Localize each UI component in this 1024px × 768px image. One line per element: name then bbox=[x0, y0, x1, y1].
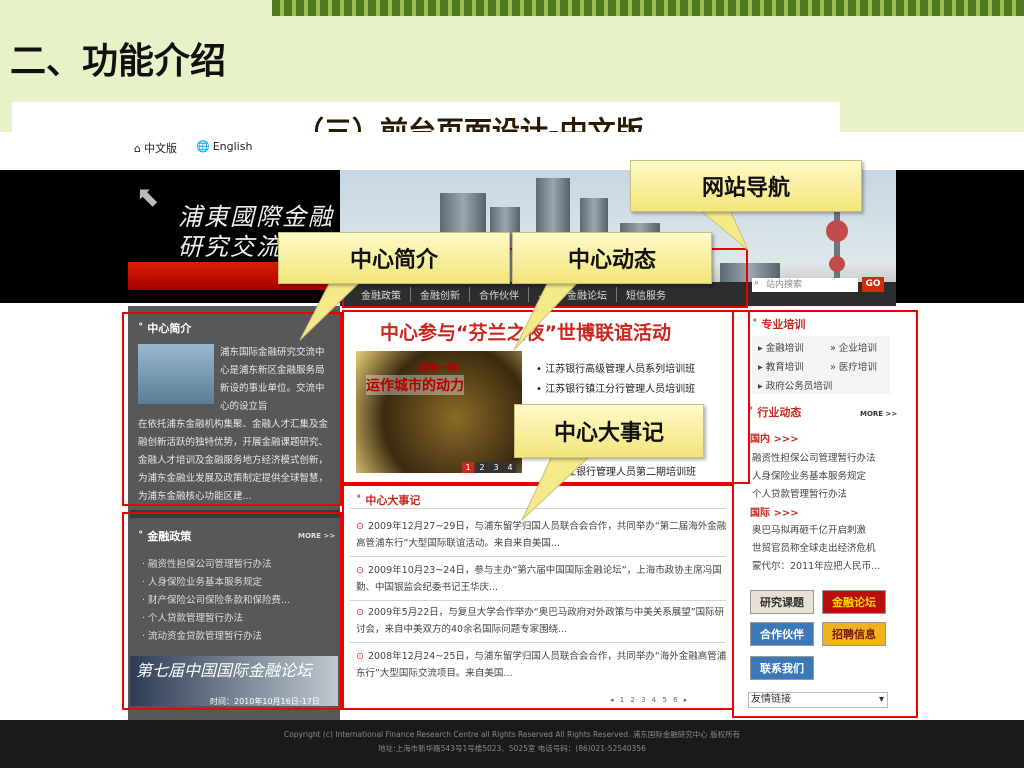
callout-intro: 中心简介 bbox=[278, 232, 510, 284]
event-item[interactable]: ⊙ 2009年10月23~24日，参与主办“第六届中国国际金融论坛”，上海市政协主… bbox=[356, 562, 728, 596]
callout-nav: 网站导航 bbox=[630, 160, 862, 212]
industry-item[interactable]: 奥巴马拟再砸千亿开启刺激 bbox=[752, 522, 866, 536]
training-link[interactable]: » 企业培训 bbox=[830, 340, 877, 354]
slide-pager-1[interactable]: 1 bbox=[462, 462, 474, 473]
forum-button[interactable]: 金融论坛 bbox=[822, 590, 886, 614]
slide-pager-4[interactable]: 4 bbox=[504, 462, 516, 473]
news-item[interactable]: • 江苏银行高级管理人员系列培训班 bbox=[536, 360, 695, 375]
header-right bbox=[896, 170, 1024, 303]
industry-item[interactable]: 个人贷款管理暂行办法 bbox=[752, 486, 847, 500]
event-item[interactable]: ⊙ 2009年12月27~29日，与浦东留学归国人员联合会合作，共同举办“第二届海… bbox=[356, 518, 728, 552]
lang-en-link[interactable]: 🌐 English bbox=[196, 140, 252, 153]
events-heading: ˚ 中心大事记 bbox=[356, 494, 421, 507]
home-icon: ⌂ bbox=[134, 141, 141, 155]
industry-heading: ˚ 行业动态 bbox=[748, 406, 802, 419]
partners-button[interactable]: 合作伙伴 bbox=[750, 622, 814, 646]
nav-item[interactable]: … bbox=[529, 288, 558, 300]
arrow-logo-icon: ⬉ bbox=[136, 180, 160, 213]
intro-heading: ˚ 中心简介 bbox=[138, 322, 192, 335]
globe-icon: 🌐 bbox=[196, 140, 210, 153]
top-stripe bbox=[272, 0, 1024, 16]
divider bbox=[130, 510, 340, 518]
list-item[interactable]: · 个人贷款管理暂行办法 bbox=[142, 610, 290, 628]
slide-pager-2[interactable]: 2 bbox=[476, 462, 488, 473]
intro-text: 浦东国际金融研究交流中心是浦东新区金融服务局新设的事业单位。交流中心的设立旨 在… bbox=[138, 347, 329, 502]
subtitle-banner: （三）前台页面设计-中文版 bbox=[12, 102, 840, 132]
list-item[interactable]: · 财产保险公司保险条款和保险费... bbox=[142, 592, 290, 610]
nav-item[interactable]: 金融创新 bbox=[411, 286, 470, 302]
events-pagination[interactable]: ◂ 1 2 3 4 5 6 ▸ bbox=[610, 696, 689, 704]
slide-subtitle: （三）前台页面设计-中文版 bbox=[296, 115, 644, 132]
research-button[interactable]: 研究课题 bbox=[750, 590, 814, 614]
search-go-button[interactable]: GO bbox=[862, 277, 884, 292]
contact-button[interactable]: 联系我们 bbox=[750, 656, 814, 680]
list-item[interactable]: · 流动资金贷款管理暂行办法 bbox=[142, 628, 290, 646]
slide-title: 二、功能介绍 bbox=[10, 41, 227, 82]
event-item[interactable]: ⊙ 2009年5月22日，与复旦大学合作举办“奥巴马政府对外政策与中美关系展望”国… bbox=[356, 604, 728, 638]
friend-links-select[interactable]: 友情链接 ▾ bbox=[748, 692, 888, 708]
training-link[interactable]: ▸ 金融培训 bbox=[758, 340, 804, 354]
forum-date: 时间：2010年10月16日-17日 bbox=[210, 697, 320, 706]
site-footer: Copyright (c) International Finance Rese… bbox=[0, 720, 1024, 768]
nav-item[interactable]: 合作伙伴 bbox=[470, 286, 529, 302]
search-input[interactable]: 站内搜索 bbox=[752, 278, 858, 292]
nav-item[interactable]: 短信服务 bbox=[617, 287, 675, 302]
training-link[interactable]: » 医疗培训 bbox=[830, 359, 877, 373]
news-item[interactable]: • 江苏银行镇江分行管理人员培训班 bbox=[536, 380, 695, 395]
chevron-down-icon: ▾ bbox=[878, 694, 884, 705]
list-item[interactable]: · 融资性担保公司管理暂行办法 bbox=[142, 556, 290, 574]
domestic-label[interactable]: 国内 >>> bbox=[750, 430, 799, 445]
slide-pager-3[interactable]: 3 bbox=[490, 462, 502, 473]
nav-item[interactable]: 金融政策 bbox=[352, 286, 411, 302]
jobs-button[interactable]: 招聘信息 bbox=[822, 622, 886, 646]
event-item[interactable]: ⊙ 2008年12月24~25日，与浦东留学归国人员联合会合作，共同举办“海外金融… bbox=[356, 648, 728, 682]
callout-news: 中心动态 bbox=[512, 232, 712, 284]
industry-more-link[interactable]: MORE >> bbox=[860, 410, 897, 418]
nav-item[interactable]: 金融论坛 bbox=[558, 286, 617, 302]
industry-item[interactable]: 世贸官员称全球走出经济危机 bbox=[752, 540, 876, 554]
policy-more-link[interactable]: MORE >> bbox=[298, 532, 335, 540]
training-heading: ˚ 专业培训 bbox=[752, 318, 806, 331]
news-headline[interactable]: 中心参与“芬兰之夜”世博联谊活动 bbox=[380, 318, 671, 345]
policy-list: · 融资性担保公司管理暂行办法 · 人身保险业务基本服务规定 · 财产保险公司保… bbox=[142, 556, 290, 646]
search-icon: ⌕ bbox=[754, 278, 760, 288]
training-link[interactable]: ▸ 政府公务员培训 bbox=[758, 378, 832, 392]
intl-label[interactable]: 国际 >>> bbox=[750, 504, 799, 519]
callout-events: 中心大事记 bbox=[514, 404, 704, 458]
website-screenshot: ⌂ 中文版 🌐 English ⬉ 浦東國際金融 研究交流 金融政策 金融创新 合作伙… bbox=[0, 132, 1024, 768]
industry-item[interactable]: 融资性担保公司管理暂行办法 bbox=[752, 450, 876, 464]
policy-heading: ˚ 金融政策 bbox=[138, 530, 192, 543]
lang-cn-link[interactable]: ⌂ 中文版 bbox=[134, 140, 177, 156]
industry-item[interactable]: 蒙代尔：2011年应把人民币... bbox=[752, 558, 880, 572]
news-item[interactable]: 商业银行管理人员第二期培训班 bbox=[556, 463, 696, 478]
industry-item[interactable]: 人身保险业务基本服务规定 bbox=[752, 468, 866, 482]
feature-image[interactable]: 给你一种 运作城市的动力 bbox=[356, 351, 522, 473]
list-item[interactable]: · 人身保险业务基本服务规定 bbox=[142, 574, 290, 592]
training-link[interactable]: ▸ 教育培训 bbox=[758, 359, 804, 373]
